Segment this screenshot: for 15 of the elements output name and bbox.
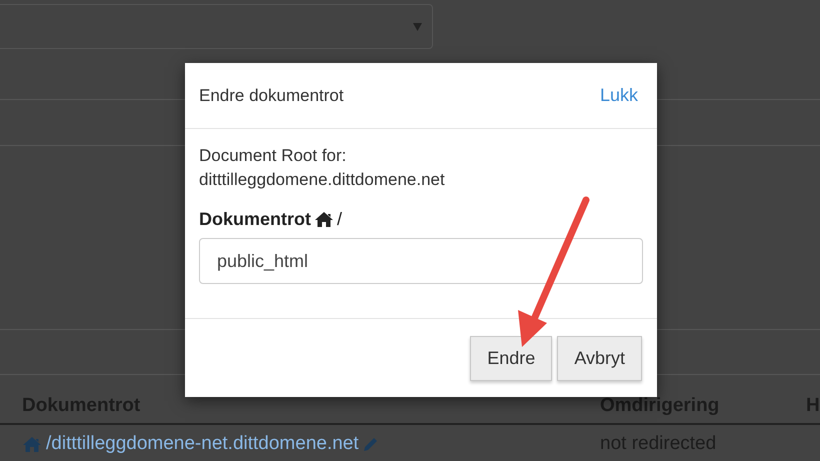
- confirm-button[interactable]: Endre: [470, 336, 552, 381]
- cancel-button[interactable]: Avbryt: [557, 336, 642, 381]
- field-label: Dokumentrot: [199, 209, 311, 230]
- caret-icon: [413, 22, 422, 30]
- pencil-icon[interactable]: [362, 436, 379, 452]
- dropdown-field[interactable]: [0, 4, 433, 49]
- input-field[interactable]: public_html: [199, 238, 643, 284]
- document-root-link[interactable]: /ditttilleggdomene-net.dittdomene.net: [46, 433, 359, 455]
- domain-text: ditttilleggdomene.dittdomene.net: [199, 170, 445, 189]
- close-link[interactable]: Lukk: [600, 85, 638, 106]
- dialog-title: Endre dokumentrot: [199, 86, 344, 106]
- home-icon: [22, 436, 42, 452]
- description-text: Document Root for:: [199, 146, 346, 165]
- path-prefix: /: [337, 209, 342, 230]
- home-icon: [314, 211, 334, 228]
